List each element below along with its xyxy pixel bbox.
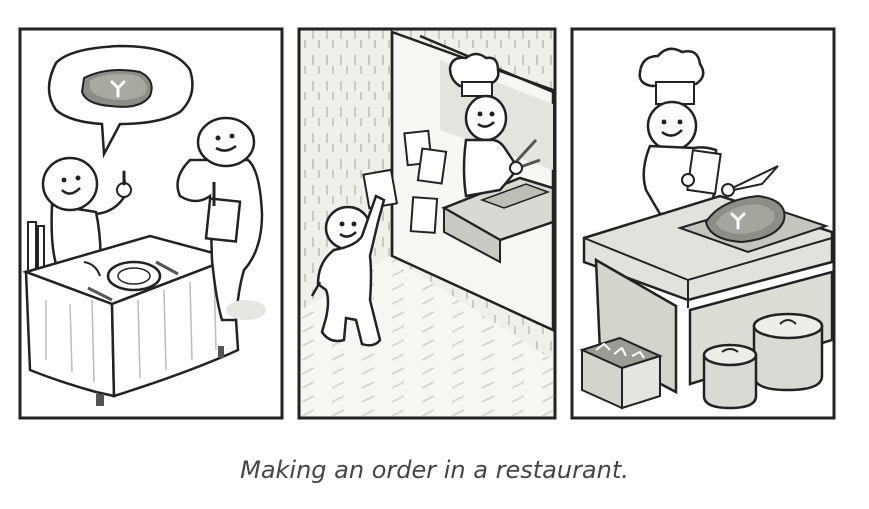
steak-thought-icon [80, 69, 153, 108]
panel-customer [18, 27, 284, 420]
figure-caption: Making an order in a restaurant. [240, 456, 629, 484]
panel-chef [570, 27, 836, 420]
comic-strip [18, 27, 836, 420]
panel-waiter-order [297, 27, 557, 420]
